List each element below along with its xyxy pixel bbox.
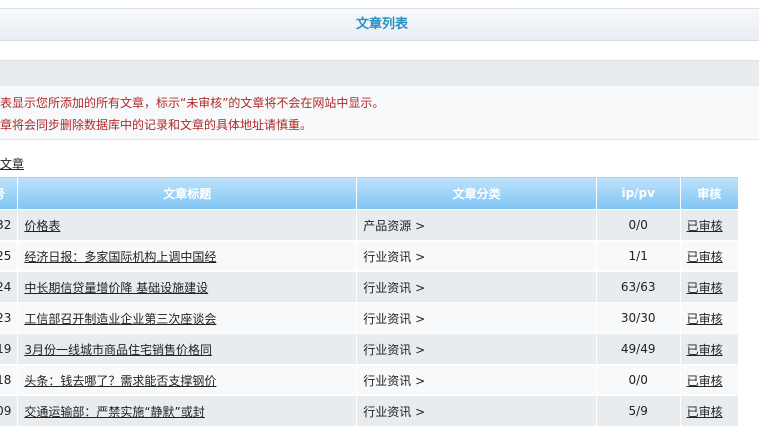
- article-title-link[interactable]: 3月份一线城市商品住宅销售价格同: [24, 343, 212, 357]
- column-header-status[interactable]: 审核: [680, 177, 738, 210]
- article-title-link[interactable]: 经济日报：多家国际机构上调中国经: [24, 250, 216, 264]
- review-status-link[interactable]: 已审核: [687, 312, 723, 326]
- article-ippv: 63/63: [596, 272, 680, 303]
- row-id: 09: [0, 396, 18, 427]
- table-row: 19 3月份一线城市商品住宅销售价格同 行业资讯 > 49/49 已审核: [0, 334, 739, 365]
- article-title-link[interactable]: 交通运输部：严禁实施“静默”或封: [24, 405, 204, 419]
- table-row: 23 工信部召开制造业企业第三次座谈会 行业资讯 > 30/30 已审核: [0, 303, 739, 334]
- article-category[interactable]: 行业资讯 >: [357, 272, 597, 303]
- section-label[interactable]: 的文章: [0, 156, 24, 172]
- row-id: 24: [0, 272, 18, 303]
- article-ippv: 30/30: [596, 303, 680, 334]
- article-title-link[interactable]: 头条：钱去哪了？需求能否支撑钢价: [24, 374, 216, 388]
- notice-header: 示: [0, 60, 759, 86]
- article-category[interactable]: 行业资讯 >: [357, 334, 597, 365]
- table-row: 25 经济日报：多家国际机构上调中国经 行业资讯 > 1/1 已审核: [0, 241, 739, 272]
- article-ippv: 5/9: [596, 396, 680, 427]
- article-ippv: 0/0: [596, 210, 680, 241]
- article-title-link[interactable]: 中长期信贷量增价降 基础设施建设: [24, 281, 208, 295]
- table-row: 32 价格表 产品资源 > 0/0 已审核: [0, 210, 739, 241]
- table-row: 24 中长期信贷量增价降 基础设施建设 行业资讯 > 63/63 已审核: [0, 272, 739, 303]
- review-status-link[interactable]: 已审核: [687, 250, 723, 264]
- column-header-id[interactable]: 号: [0, 177, 18, 210]
- notice-panel: 列表显示您所添加的所有文章，标示“未审核”的文章将不会在网站中显示。 文章将会同…: [0, 86, 759, 140]
- review-status-link[interactable]: 已审核: [687, 281, 723, 295]
- review-status-link[interactable]: 已审核: [687, 219, 723, 233]
- article-category[interactable]: 行业资讯 >: [357, 303, 597, 334]
- page-title: 文章列表: [0, 9, 759, 40]
- article-category[interactable]: 行业资讯 >: [357, 396, 597, 427]
- table-row: 09 交通运输部：严禁实施“静默”或封 行业资讯 > 5/9 已审核: [0, 396, 739, 427]
- article-category[interactable]: 行业资讯 >: [357, 241, 597, 272]
- row-id: 32: [0, 210, 18, 241]
- column-header-title[interactable]: 文章标题: [18, 177, 357, 210]
- column-header-category[interactable]: 文章分类: [357, 177, 597, 210]
- notice-line-1: 列表显示您所添加的所有文章，标示“未审核”的文章将不会在网站中显示。: [0, 95, 384, 111]
- article-title-link[interactable]: 价格表: [24, 219, 60, 233]
- article-table: 号 文章标题 文章分类 ip/pv 审核 32 价格表 产品资源 > 0/0 已…: [0, 176, 739, 427]
- row-id: 23: [0, 303, 18, 334]
- column-header-ippv[interactable]: ip/pv: [596, 177, 680, 210]
- notice-line-2: 文章将会同步删除数据库中的记录和文章的具体地址请慎重。: [0, 117, 312, 133]
- table-row: 18 头条：钱去哪了？需求能否支撑钢价 行业资讯 > 0/0 已审核: [0, 365, 739, 396]
- article-ippv: 0/0: [596, 365, 680, 396]
- review-status-link[interactable]: 已审核: [687, 343, 723, 357]
- article-ippv: 49/49: [596, 334, 680, 365]
- table-header-row: 号 文章标题 文章分类 ip/pv 审核: [0, 177, 739, 210]
- review-status-link[interactable]: 已审核: [687, 374, 723, 388]
- page-header: 文章列表: [0, 8, 759, 41]
- article-category[interactable]: 行业资讯 >: [357, 365, 597, 396]
- article-category[interactable]: 产品资源 >: [357, 210, 597, 241]
- row-id: 18: [0, 365, 18, 396]
- article-title-link[interactable]: 工信部召开制造业企业第三次座谈会: [24, 312, 216, 326]
- article-ippv: 1/1: [596, 241, 680, 272]
- row-id: 19: [0, 334, 18, 365]
- review-status-link[interactable]: 已审核: [687, 405, 723, 419]
- row-id: 25: [0, 241, 18, 272]
